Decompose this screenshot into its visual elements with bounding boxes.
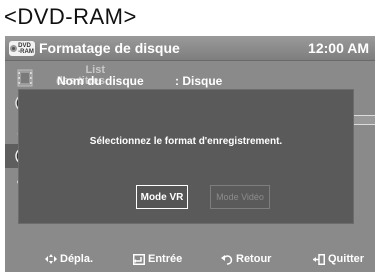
field-edge bbox=[353, 115, 375, 125]
footer-back: Retour bbox=[221, 253, 271, 265]
enter-icon bbox=[133, 253, 145, 265]
direction-arrows-icon bbox=[45, 254, 57, 264]
return-arrow-icon bbox=[221, 254, 233, 265]
disc-name-label: Nom du disque bbox=[57, 74, 144, 88]
footer-quit-label: Quitter bbox=[328, 253, 365, 265]
badge-bottom-text: -RAM bbox=[18, 48, 34, 55]
footer-enter-label: Entrée bbox=[148, 253, 183, 265]
footer-quit: Quitter bbox=[313, 253, 364, 265]
disc-icon bbox=[10, 45, 18, 52]
dvd-ram-badge: DVD -RAM bbox=[9, 41, 35, 56]
clock: 12:00 AM bbox=[308, 40, 369, 56]
mode-video-button[interactable]: Mode Vidéo bbox=[210, 185, 270, 209]
footer-enter: Entrée bbox=[133, 253, 182, 265]
dialog-message: Sélectionnez le format d'enregistrement. bbox=[89, 136, 283, 147]
tv-screen: DVD -RAM Formatage de disque 12:00 AM Li… bbox=[5, 36, 375, 272]
footer-back-label: Retour bbox=[236, 253, 272, 265]
title-bar: DVD -RAM Formatage de disque 12:00 AM bbox=[5, 36, 375, 61]
exit-icon bbox=[313, 253, 325, 265]
mode-vr-button[interactable]: Mode VR bbox=[136, 185, 188, 209]
footer-move: Dépla. bbox=[45, 253, 93, 265]
footer-move-label: Dépla. bbox=[60, 253, 94, 265]
disc-name-value: : Disque bbox=[175, 74, 223, 88]
screen-title: Formatage de disque bbox=[39, 40, 180, 56]
film-icon[interactable] bbox=[11, 66, 39, 90]
footer-help-bar: Dépla. Entrée Retour Quitter bbox=[5, 248, 375, 272]
page-heading: <DVD-RAM> bbox=[4, 4, 137, 29]
format-dialog: Sélectionnez le format d'enregistrement.… bbox=[18, 89, 354, 224]
